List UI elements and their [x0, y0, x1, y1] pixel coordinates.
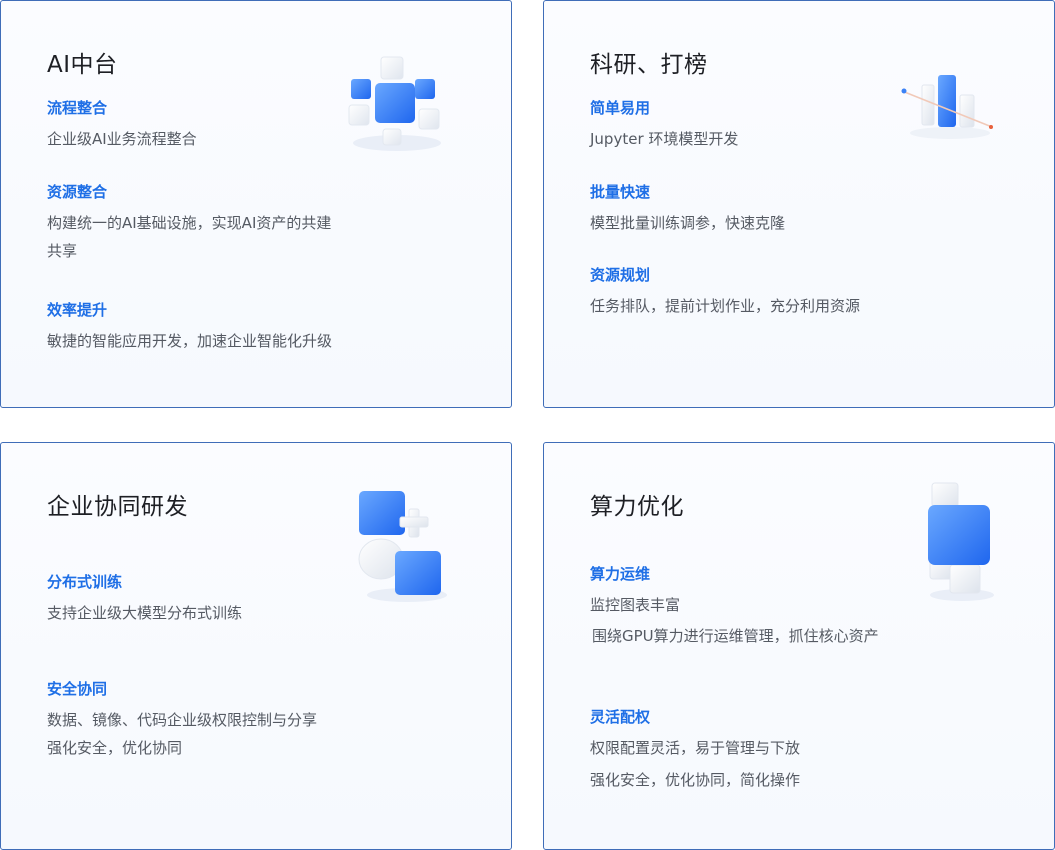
feature-title: 资源整合 — [47, 183, 108, 201]
card-collaboration: 企业协同研发 分布式训练 支持企业级大模型分布式训练 安全协同 数据、镜像、代码… — [0, 442, 512, 850]
feature-grid: AI中台 流程整合 企业级AI业务流程整合 资源整合 构建统一的AI基础设施，实… — [0, 0, 1055, 850]
feature-text: 权限配置灵活，易于管理与下放 — [590, 739, 801, 757]
feature-text: 模型批量训练调参，快速克隆 — [590, 214, 786, 232]
cube-cross-icon — [358, 491, 447, 602]
feature-title: 灵活配权 — [590, 708, 651, 726]
feature-text: Jupyter 环境模型开发 — [590, 130, 739, 148]
card-compute-optimization: 算力优化 算力运维 监控图表丰富 围绕GPU算力进行运维管理，抓住核心资产 灵活… — [543, 442, 1055, 850]
feature-title: 批量快速 — [590, 183, 651, 201]
card-title: 算力优化 — [590, 494, 684, 520]
feature-text: 支持企业级大模型分布式训练 — [47, 604, 243, 622]
feature-text: 共享 — [47, 242, 78, 260]
feature-text: 敏捷的智能应用开发，加速企业智能化升级 — [47, 332, 333, 350]
feature-title: 分布式训练 — [47, 573, 123, 591]
feature-title: 资源规划 — [590, 266, 651, 284]
card-ai-platform: AI中台 流程整合 企业级AI业务流程整合 资源整合 构建统一的AI基础设施，实… — [0, 0, 512, 408]
card-title: 企业协同研发 — [47, 494, 188, 520]
feature-text: 强化安全，优化协同，简化操作 — [590, 771, 801, 789]
feature-title: 流程整合 — [47, 99, 108, 117]
feature-title: 算力运维 — [590, 565, 651, 583]
card-title: 科研、打榜 — [590, 52, 708, 78]
feature-text: 企业级AI业务流程整合 — [47, 130, 197, 148]
feature-text: 任务排队，提前计划作业，充分利用资源 — [590, 297, 861, 315]
feature-title: 简单易用 — [590, 99, 651, 117]
feature-text: 监控图表丰富 — [590, 596, 681, 614]
card-title: AI中台 — [47, 52, 118, 78]
feature-text: 强化安全，优化协同 — [47, 739, 183, 757]
feature-text: 数据、镜像、代码企业级权限控制与分享 — [47, 711, 318, 729]
stacked-cube-icon — [928, 482, 994, 601]
feature-title: 效率提升 — [47, 301, 108, 319]
feature-title: 安全协同 — [47, 680, 108, 698]
feature-text: 围绕GPU算力进行运维管理，抓住核心资产 — [592, 627, 879, 645]
cube-cluster-icon — [348, 56, 441, 151]
feature-text: 构建统一的AI基础设施，实现AI资产的共建 — [47, 214, 332, 232]
bar-chart-rocket-icon — [901, 75, 993, 139]
card-research: 科研、打榜 简单易用 Jupyter 环境模型开发 批量快速 模型批量训练调参，… — [543, 0, 1055, 408]
